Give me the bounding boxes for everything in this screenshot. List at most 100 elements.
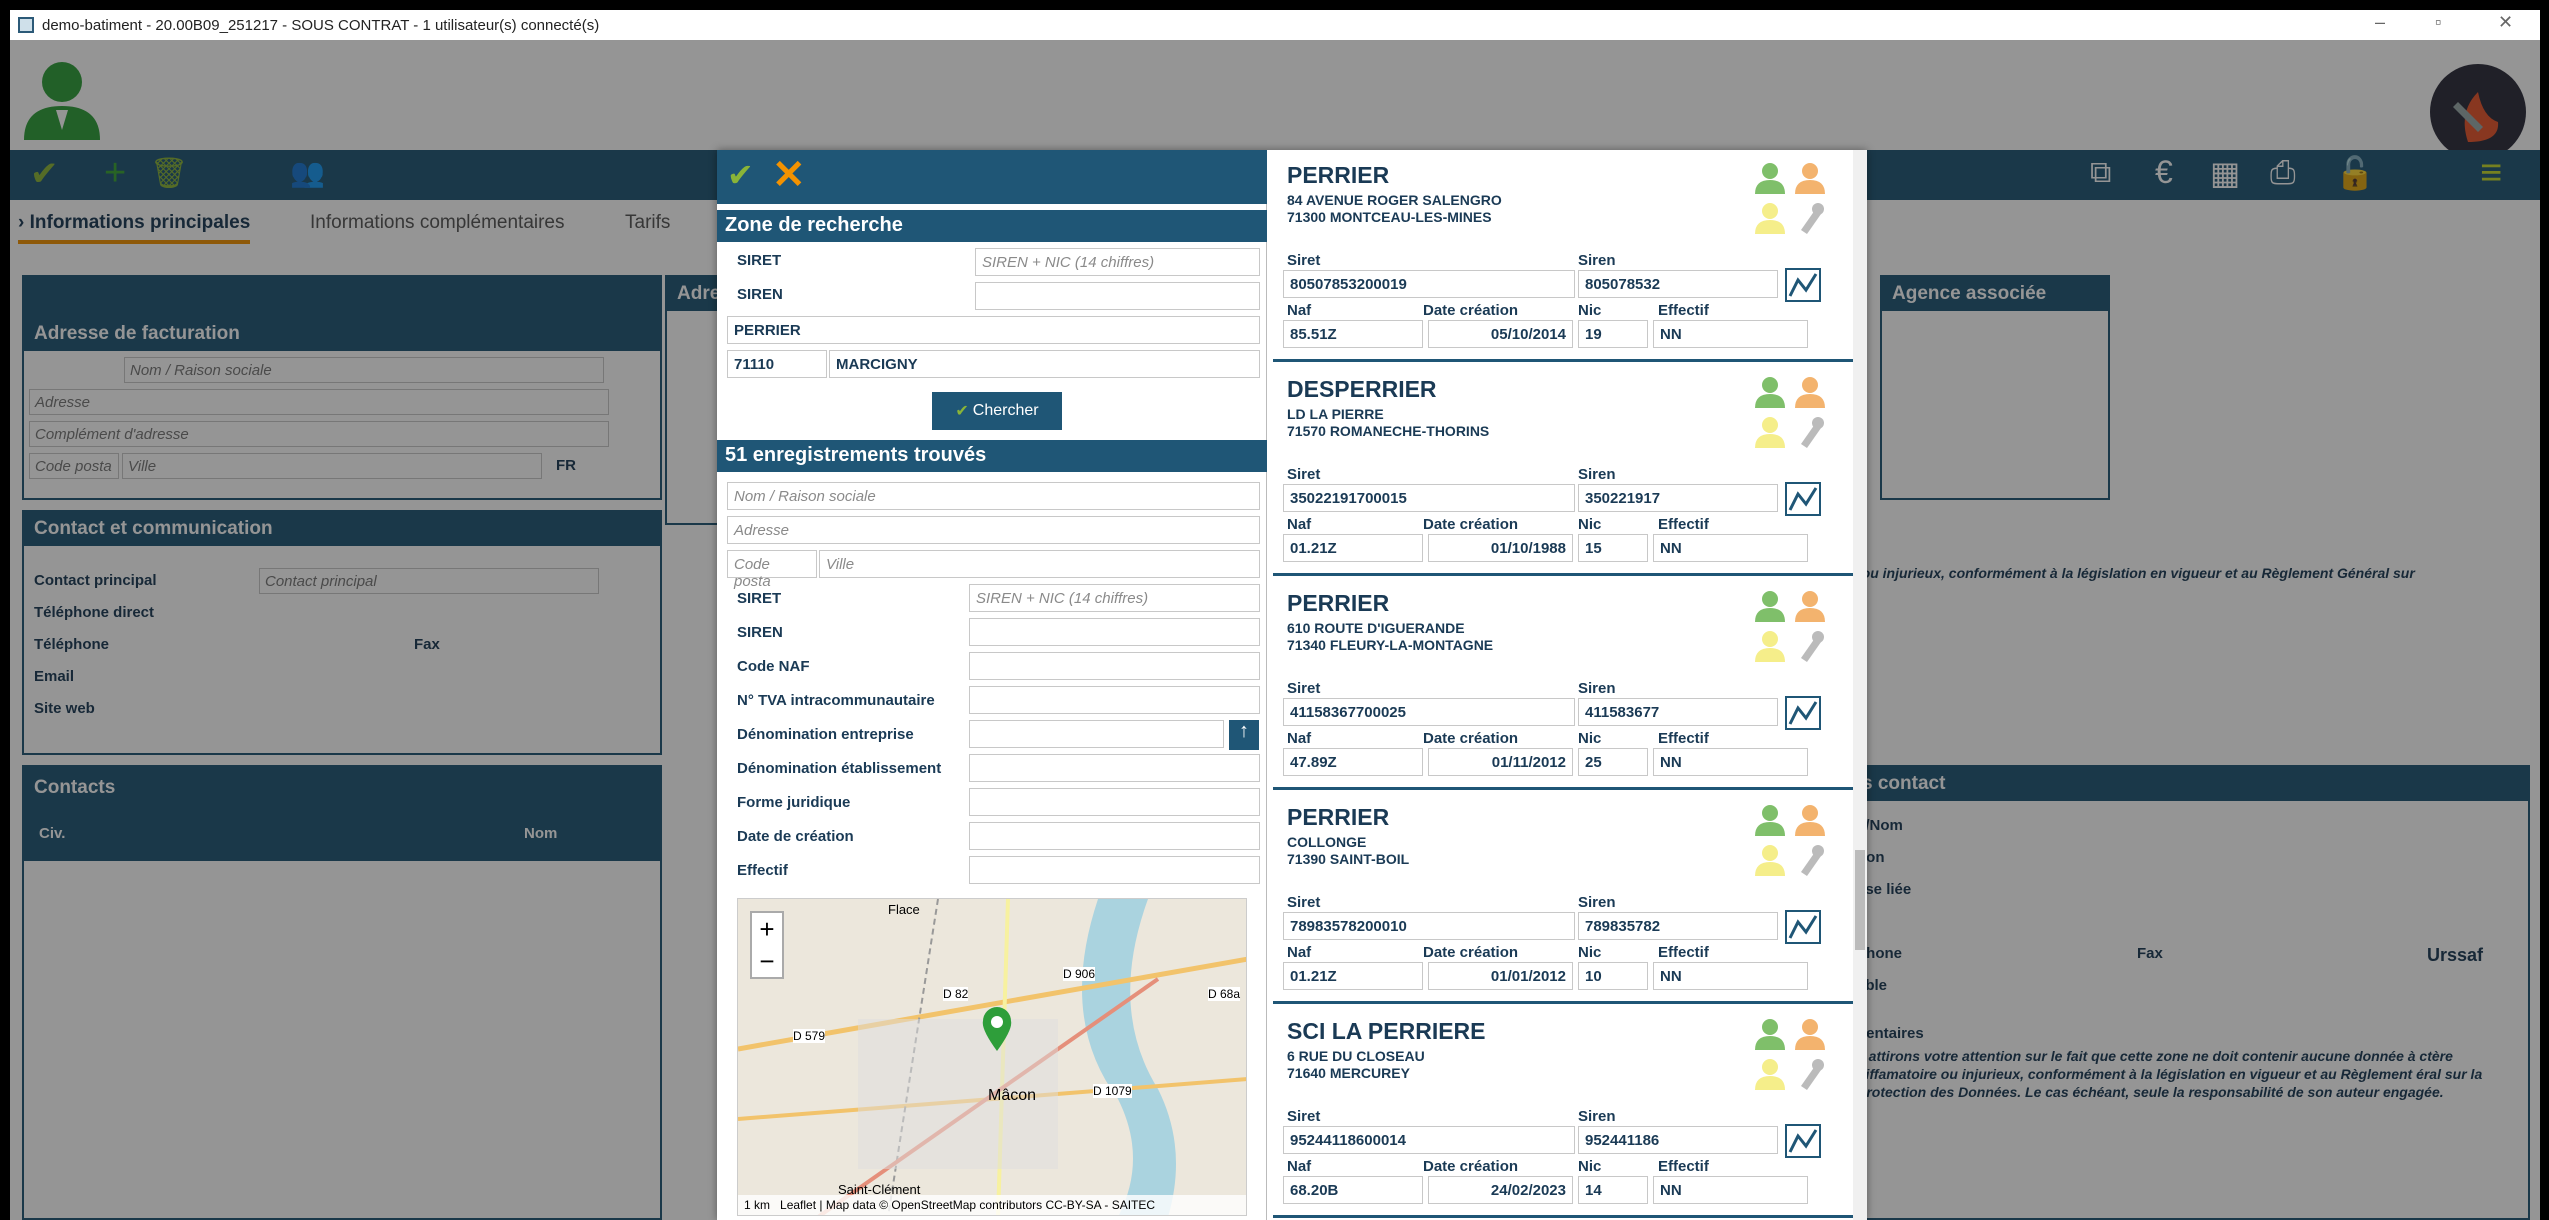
- map-view[interactable]: + − Flace D 906 D 82 D 68a D 579 Mâcon D…: [737, 898, 1247, 1216]
- filter-naf-input[interactable]: [969, 652, 1260, 680]
- person-orange-icon[interactable]: [1793, 802, 1827, 836]
- map-attribution[interactable]: Leaflet | Map data © OpenStreetMap contr…: [780, 1198, 1155, 1212]
- nic-value[interactable]: 10: [1578, 962, 1648, 990]
- chart-icon[interactable]: [1785, 482, 1821, 516]
- upload-icon[interactable]: ↑: [1229, 720, 1259, 750]
- siren-value[interactable]: 411583677: [1578, 698, 1778, 726]
- nic-value[interactable]: 14: [1578, 1176, 1648, 1204]
- map-label: D 82: [943, 987, 969, 1001]
- result-card[interactable]: PERRIER 610 ROUTE D'IGUERANDE 71340 FLEU…: [1273, 578, 1853, 790]
- person-orange-icon[interactable]: [1793, 1016, 1827, 1050]
- scroll-thumb[interactable]: [1855, 850, 1865, 950]
- date-value[interactable]: 05/10/2014: [1428, 320, 1573, 348]
- modal-toolbar: ✔ ✕: [717, 150, 1267, 204]
- chart-icon[interactable]: [1785, 910, 1821, 944]
- results-list: PERRIER 84 AVENUE ROGER SALENGRO 71300 M…: [1273, 150, 1853, 1220]
- person-green-icon[interactable]: [1753, 1016, 1787, 1050]
- filter-siren-input[interactable]: [969, 618, 1260, 646]
- filter-date-input[interactable]: [969, 822, 1260, 850]
- person-yellow-icon[interactable]: [1753, 842, 1787, 876]
- person-green-icon[interactable]: [1753, 160, 1787, 194]
- siret-label: Siret: [1287, 1108, 1321, 1125]
- naf-label: Naf: [1287, 944, 1312, 961]
- filter-name-input[interactable]: Nom / Raison sociale: [727, 482, 1260, 510]
- validate-icon[interactable]: ✔: [727, 156, 754, 194]
- siren-value[interactable]: 350221917: [1578, 484, 1778, 512]
- person-orange-icon[interactable]: [1793, 160, 1827, 194]
- date-label: Date création: [1423, 1158, 1519, 1175]
- siret-value[interactable]: 41158367700025: [1283, 698, 1575, 726]
- postal-code-input[interactable]: 71110: [727, 350, 827, 378]
- person-orange-icon[interactable]: [1793, 588, 1827, 622]
- effectif-value[interactable]: NN: [1653, 962, 1808, 990]
- chart-icon[interactable]: [1785, 268, 1821, 302]
- person-yellow-icon[interactable]: [1753, 200, 1787, 234]
- tools-icon[interactable]: [1793, 414, 1827, 448]
- date-value[interactable]: 24/02/2023: [1428, 1176, 1573, 1204]
- company-address: LD LA PIERRE 71570 ROMANECHE-THORINS: [1287, 406, 1489, 440]
- date-value[interactable]: 01/11/2012: [1428, 748, 1573, 776]
- tools-icon[interactable]: [1793, 628, 1827, 662]
- person-green-icon[interactable]: [1753, 802, 1787, 836]
- person-orange-icon[interactable]: [1793, 374, 1827, 408]
- check-icon: ✔: [955, 403, 969, 420]
- person-green-icon[interactable]: [1753, 588, 1787, 622]
- filter-siret-input[interactable]: SIREN + NIC (14 chiffres): [969, 584, 1260, 612]
- naf-value[interactable]: 85.51Z: [1283, 320, 1423, 348]
- naf-value[interactable]: 01.21Z: [1283, 962, 1423, 990]
- naf-value[interactable]: 68.20B: [1283, 1176, 1423, 1204]
- close-icon[interactable]: ✕: [2498, 12, 2513, 33]
- person-yellow-icon[interactable]: [1753, 1056, 1787, 1090]
- result-card[interactable]: PERRIER COLLONGE 71390 SAINT-BOIL Siret …: [1273, 792, 1853, 1004]
- naf-value[interactable]: 01.21Z: [1283, 534, 1423, 562]
- siret-value[interactable]: 35022191700015: [1283, 484, 1575, 512]
- results-scrollbar[interactable]: [1853, 150, 1867, 1220]
- person-green-icon[interactable]: [1753, 374, 1787, 408]
- date-value[interactable]: 01/01/2012: [1428, 962, 1573, 990]
- siren-input[interactable]: [975, 282, 1260, 310]
- result-card[interactable]: PERRIER 84 AVENUE ROGER SALENGRO 71300 M…: [1273, 150, 1853, 362]
- person-yellow-icon[interactable]: [1753, 414, 1787, 448]
- siren-value[interactable]: 805078532: [1578, 270, 1778, 298]
- effectif-value[interactable]: NN: [1653, 320, 1808, 348]
- date-value[interactable]: 01/10/1988: [1428, 534, 1573, 562]
- effectif-value[interactable]: NN: [1653, 748, 1808, 776]
- restore-icon[interactable]: ▫: [2435, 12, 2441, 33]
- filter-effectif-input[interactable]: [969, 856, 1260, 884]
- map-pin-icon[interactable]: [981, 1007, 1013, 1051]
- minimize-icon[interactable]: –: [2375, 12, 2385, 33]
- filter-denom-etab-input[interactable]: [969, 754, 1260, 782]
- siret-input[interactable]: SIREN + NIC (14 chiffres): [975, 248, 1260, 276]
- filter-denom-ent-input[interactable]: [969, 720, 1224, 748]
- result-card[interactable]: SCI LA PERRIERE 6 RUE DU CLOSEAU 71640 M…: [1273, 1006, 1853, 1218]
- nic-value[interactable]: 15: [1578, 534, 1648, 562]
- siret-value[interactable]: 80507853200019: [1283, 270, 1575, 298]
- zoom-in-button[interactable]: +: [752, 913, 782, 945]
- siren-value[interactable]: 952441186: [1578, 1126, 1778, 1154]
- person-yellow-icon[interactable]: [1753, 628, 1787, 662]
- close-icon[interactable]: ✕: [772, 152, 806, 198]
- tools-icon[interactable]: [1793, 200, 1827, 234]
- filter-postal-input[interactable]: Code posta: [727, 550, 817, 590]
- tools-icon[interactable]: [1793, 1056, 1827, 1090]
- tools-icon[interactable]: [1793, 842, 1827, 876]
- siren-value[interactable]: 789835782: [1578, 912, 1778, 940]
- nic-value[interactable]: 25: [1578, 748, 1648, 776]
- chart-icon[interactable]: [1785, 696, 1821, 730]
- filter-forme-input[interactable]: [969, 788, 1260, 816]
- city-input[interactable]: MARCIGNY: [829, 350, 1260, 378]
- effectif-value[interactable]: NN: [1653, 534, 1808, 562]
- naf-value[interactable]: 47.89Z: [1283, 748, 1423, 776]
- nic-value[interactable]: 19: [1578, 320, 1648, 348]
- chart-icon[interactable]: [1785, 1124, 1821, 1158]
- filter-tva-input[interactable]: [969, 686, 1260, 714]
- siret-value[interactable]: 95244118600014: [1283, 1126, 1575, 1154]
- effectif-value[interactable]: NN: [1653, 1176, 1808, 1204]
- zoom-out-button[interactable]: −: [752, 945, 782, 977]
- siret-value[interactable]: 78983578200010: [1283, 912, 1575, 940]
- search-button[interactable]: ✔ Chercher: [932, 392, 1062, 430]
- filter-city-input[interactable]: Ville: [819, 550, 1260, 578]
- result-card[interactable]: DESPERRIER LD LA PIERRE 71570 ROMANECHE-…: [1273, 364, 1853, 576]
- filter-address-input[interactable]: Adresse: [727, 516, 1260, 544]
- company-name-input[interactable]: PERRIER: [727, 316, 1260, 344]
